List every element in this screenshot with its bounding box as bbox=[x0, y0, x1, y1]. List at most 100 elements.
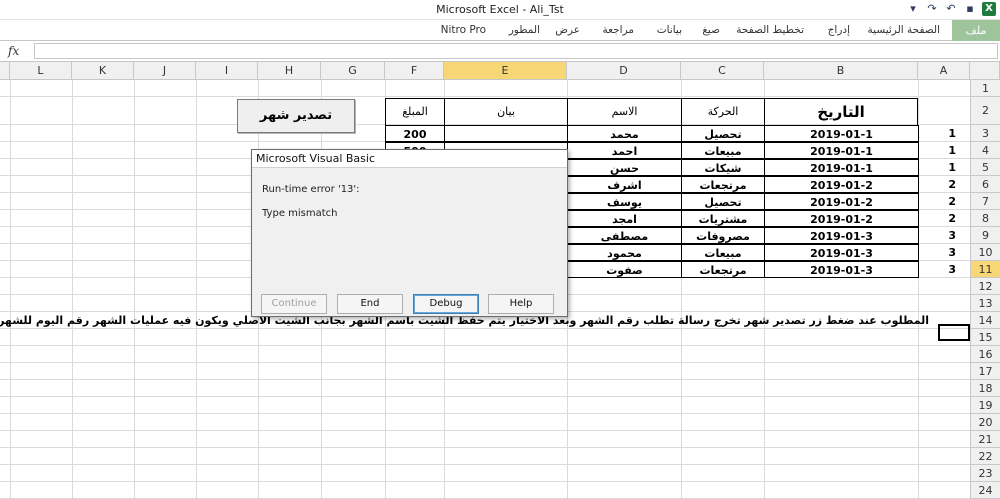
column-header-l[interactable]: L bbox=[10, 62, 72, 80]
column-header-i[interactable]: I bbox=[196, 62, 258, 80]
column-header-b[interactable]: B bbox=[764, 62, 918, 80]
cell-group-number[interactable]: 1 bbox=[918, 125, 970, 142]
cell-name[interactable]: يوسف bbox=[567, 193, 682, 210]
cell-movement[interactable]: مصروفات bbox=[681, 227, 765, 244]
column-header-k[interactable]: K bbox=[72, 62, 134, 80]
help-button[interactable]: Help bbox=[488, 294, 554, 314]
column-header-c[interactable]: C bbox=[681, 62, 764, 80]
row-header-9[interactable]: 9 bbox=[970, 227, 1000, 244]
cell-amount[interactable]: 200 bbox=[385, 125, 445, 142]
cell-group-number[interactable]: 2 bbox=[918, 176, 970, 193]
header-date[interactable]: التاريخ bbox=[764, 98, 918, 126]
column-header-j[interactable]: J bbox=[134, 62, 196, 80]
end-button[interactable]: End bbox=[337, 294, 403, 314]
cell-movement[interactable]: شيكات bbox=[681, 159, 765, 176]
cell-date[interactable]: 2019-01-3 bbox=[764, 261, 919, 278]
column-header-f[interactable]: F bbox=[385, 62, 444, 80]
cell-description[interactable] bbox=[444, 125, 568, 142]
cell-movement[interactable]: تحصيل bbox=[681, 125, 765, 142]
tab-review[interactable]: مراجعة bbox=[602, 24, 634, 36]
cell-name[interactable]: اشرف bbox=[567, 176, 682, 193]
column-header-partial[interactable] bbox=[0, 62, 10, 80]
undo-icon[interactable]: ↶ bbox=[944, 2, 958, 16]
cell-movement[interactable]: مبيعات bbox=[681, 142, 765, 159]
save-icon[interactable]: ▪ bbox=[963, 2, 977, 16]
column-header-g[interactable]: G bbox=[321, 62, 385, 80]
row-header-4[interactable]: 4 bbox=[970, 142, 1000, 159]
export-month-button[interactable]: تصدير شهر bbox=[237, 99, 355, 133]
column-header-d[interactable]: D bbox=[567, 62, 681, 80]
row-header-15[interactable]: 15 bbox=[970, 329, 1000, 346]
column-header-a[interactable]: A bbox=[918, 62, 970, 80]
cell-date[interactable]: 2019-01-2 bbox=[764, 176, 919, 193]
header-name[interactable]: الاسم bbox=[567, 98, 682, 126]
function-icon[interactable]: fx bbox=[8, 44, 19, 58]
cell-group-number[interactable]: 1 bbox=[918, 142, 970, 159]
row-header-24[interactable]: 24 bbox=[970, 482, 1000, 499]
redo-icon[interactable]: ↷ bbox=[925, 2, 939, 16]
cell-movement[interactable]: مرتجعات bbox=[681, 261, 765, 278]
cell-movement[interactable]: تحصيل bbox=[681, 193, 765, 210]
row-header-23[interactable]: 23 bbox=[970, 465, 1000, 482]
row-header-19[interactable]: 19 bbox=[970, 397, 1000, 414]
header-movement[interactable]: الحركة bbox=[681, 98, 765, 126]
tab-insert[interactable]: إدراج bbox=[828, 24, 850, 36]
row-header-8[interactable]: 8 bbox=[970, 210, 1000, 227]
row-header-10[interactable]: 10 bbox=[970, 244, 1000, 261]
row-header-18[interactable]: 18 bbox=[970, 380, 1000, 397]
select-all-corner[interactable] bbox=[970, 62, 1000, 80]
row-header-3[interactable]: 3 bbox=[970, 125, 1000, 142]
tab-file[interactable]: ملف bbox=[952, 20, 1000, 41]
cell-date[interactable]: 2019-01-1 bbox=[764, 142, 919, 159]
cell-date[interactable]: 2019-01-2 bbox=[764, 193, 919, 210]
row-header-12[interactable]: 12 bbox=[970, 278, 1000, 295]
cell-date[interactable]: 2019-01-1 bbox=[764, 159, 919, 176]
cell-movement[interactable]: مرتجعات bbox=[681, 176, 765, 193]
row-header-6[interactable]: 6 bbox=[970, 176, 1000, 193]
cell-group-number[interactable]: 3 bbox=[918, 244, 970, 261]
debug-button[interactable]: Debug bbox=[413, 294, 479, 314]
cell-group-number[interactable]: 3 bbox=[918, 227, 970, 244]
row-header-5[interactable]: 5 bbox=[970, 159, 1000, 176]
cell-group-number[interactable]: 3 bbox=[918, 261, 970, 278]
tab-formulas[interactable]: صيغ bbox=[702, 24, 720, 36]
row-header-17[interactable]: 17 bbox=[970, 363, 1000, 380]
cell-name[interactable]: حسن bbox=[567, 159, 682, 176]
cell-date[interactable]: 2019-01-2 bbox=[764, 210, 919, 227]
customize-dropdown-icon[interactable]: ▾ bbox=[906, 2, 920, 16]
cell-name[interactable]: امجد bbox=[567, 210, 682, 227]
column-header-h[interactable]: H bbox=[258, 62, 321, 80]
formula-input[interactable] bbox=[34, 43, 998, 59]
row-header-1[interactable]: 1 bbox=[970, 80, 1000, 97]
tab-view[interactable]: عرض bbox=[555, 24, 580, 36]
row-header-13[interactable]: 13 bbox=[970, 295, 1000, 312]
tab-nitro-pro[interactable]: Nitro Pro bbox=[441, 24, 486, 36]
header-description[interactable]: بيان bbox=[444, 98, 568, 126]
tab-page-layout[interactable]: تخطيط الصفحة bbox=[736, 24, 804, 36]
cell-date[interactable]: 2019-01-3 bbox=[764, 227, 919, 244]
cell-name[interactable]: صفوت bbox=[567, 261, 682, 278]
cell-name[interactable]: محمد bbox=[567, 125, 682, 142]
cell-name[interactable]: احمد bbox=[567, 142, 682, 159]
cell-date[interactable]: 2019-01-3 bbox=[764, 244, 919, 261]
tab-data[interactable]: بيانات bbox=[657, 24, 682, 36]
row-header-7[interactable]: 7 bbox=[970, 193, 1000, 210]
tab-home[interactable]: الصفحة الرئيسية bbox=[868, 24, 940, 36]
cell-name[interactable]: مصطفى bbox=[567, 227, 682, 244]
tab-developer[interactable]: المطور bbox=[509, 24, 540, 36]
row-header-16[interactable]: 16 bbox=[970, 346, 1000, 363]
row-header-11[interactable]: 11 bbox=[970, 261, 1000, 278]
cell-date[interactable]: 2019-01-1 bbox=[764, 125, 919, 142]
column-header-e[interactable]: E bbox=[444, 62, 567, 80]
cell-movement[interactable]: مشتريات bbox=[681, 210, 765, 227]
cell-group-number[interactable]: 1 bbox=[918, 159, 970, 176]
cell-group-number[interactable]: 2 bbox=[918, 210, 970, 227]
cell-movement[interactable]: مبيعات bbox=[681, 244, 765, 261]
cell-name[interactable]: محمود bbox=[567, 244, 682, 261]
header-amount[interactable]: المبلغ bbox=[385, 98, 445, 126]
cell-group-number[interactable]: 2 bbox=[918, 193, 970, 210]
row-header-2[interactable]: 2 bbox=[970, 97, 1000, 125]
row-header-20[interactable]: 20 bbox=[970, 414, 1000, 431]
row-header-21[interactable]: 21 bbox=[970, 431, 1000, 448]
row-header-22[interactable]: 22 bbox=[970, 448, 1000, 465]
